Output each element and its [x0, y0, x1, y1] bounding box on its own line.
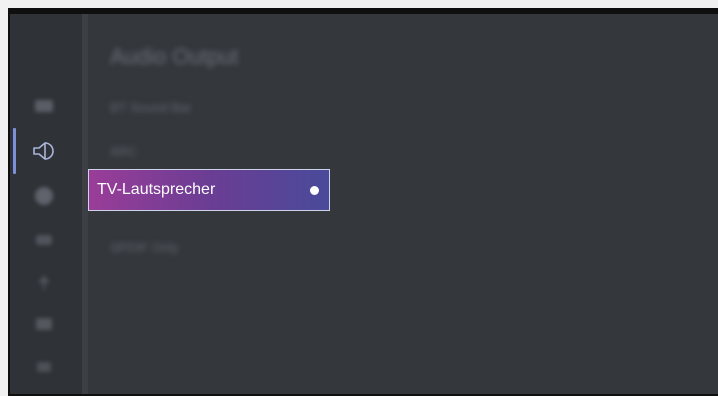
sound-icon[interactable]	[30, 137, 58, 165]
picture-icon[interactable]	[30, 92, 58, 120]
settings-sidebar	[10, 14, 88, 394]
active-category-indicator	[13, 128, 16, 174]
apps-icon[interactable]	[30, 310, 58, 338]
antenna-icon[interactable]	[30, 268, 58, 296]
system-icon[interactable]	[30, 352, 58, 380]
menu-item-label: TV-Lautsprecher	[97, 181, 216, 198]
tv-screen: Audio Output BT Sound Bar ARC TV-Lautspr…	[10, 14, 718, 394]
page-title: Audio Output	[110, 44, 239, 69]
menu-item-bt-sound-bar[interactable]: BT Sound Bar	[110, 100, 191, 115]
channel-icon[interactable]	[30, 226, 58, 254]
network-icon[interactable]	[30, 182, 58, 210]
menu-item-tv-speaker[interactable]: TV-Lautsprecher	[88, 169, 330, 211]
menu-item-spdif-only[interactable]: SPDIF Only	[110, 240, 179, 255]
selected-radio-icon	[310, 185, 319, 195]
tv-frame: Audio Output BT Sound Bar ARC TV-Lautspr…	[8, 8, 718, 396]
menu-item-arc[interactable]: ARC	[110, 144, 137, 159]
